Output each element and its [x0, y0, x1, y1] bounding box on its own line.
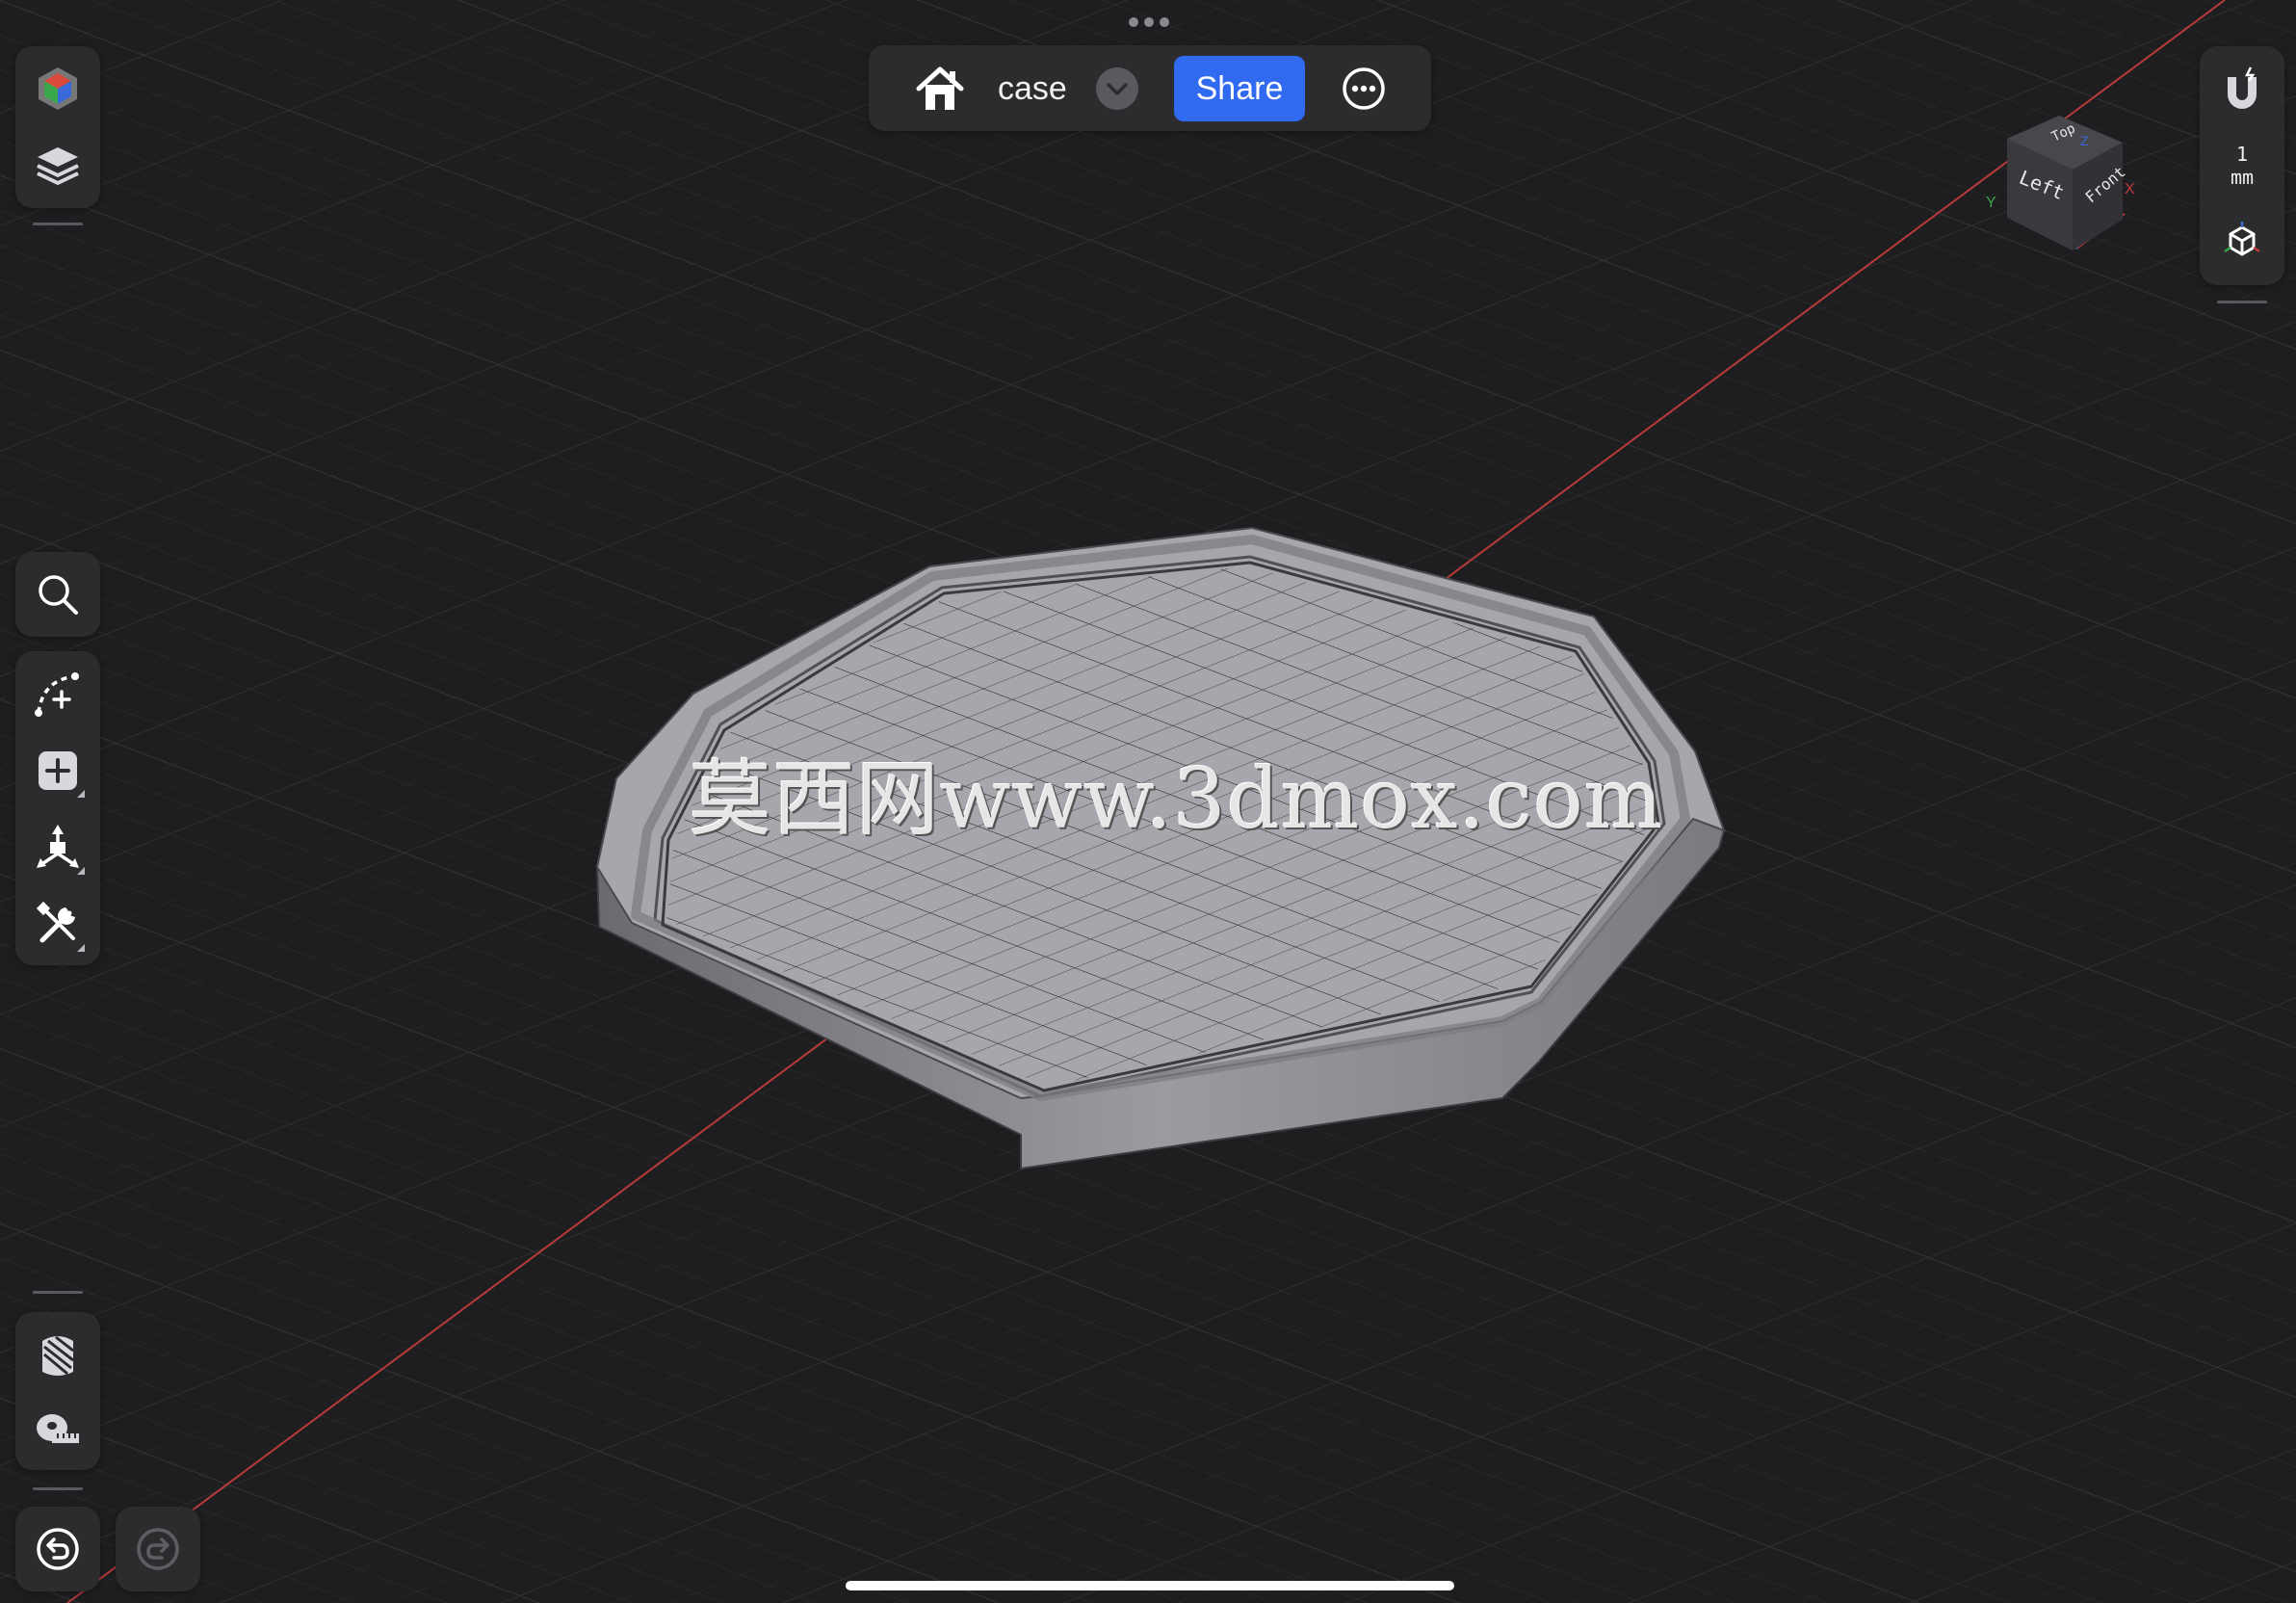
snap-magnet-icon — [2228, 66, 2257, 109]
axis-x-label: X — [2125, 181, 2135, 197]
grid-unit-readout[interactable]: 1 mm — [2211, 143, 2273, 189]
right-panel-divider — [2217, 301, 2267, 303]
more-button[interactable] — [1339, 64, 1389, 114]
search-button[interactable] — [23, 560, 92, 629]
view-cube[interactable]: Top Left Front X Y Z — [1980, 106, 2138, 252]
view-orientation-button[interactable] — [2207, 206, 2277, 276]
measure-tape-icon — [37, 1414, 79, 1443]
undo-icon — [37, 1528, 79, 1570]
add-primitive-button[interactable] — [23, 736, 92, 805]
transform-icon — [37, 825, 79, 868]
section-view-icon — [42, 1335, 74, 1376]
submenu-indicator — [77, 867, 85, 875]
home-icon — [916, 66, 964, 110]
submenu-indicator — [77, 790, 85, 798]
snap-button[interactable] — [2207, 54, 2277, 123]
layers-button[interactable] — [23, 131, 92, 200]
axis-y-label: Y — [1986, 195, 1996, 211]
view-orientation-icon — [2224, 222, 2260, 256]
tools-button[interactable] — [23, 890, 92, 959]
more-icon — [1343, 67, 1385, 110]
measure-button[interactable] — [23, 1393, 92, 1462]
home-indicator[interactable] — [846, 1581, 1454, 1590]
appearance-cube-icon — [39, 67, 77, 110]
sketch-button[interactable] — [23, 659, 92, 728]
appearance-button[interactable] — [23, 54, 92, 123]
submenu-indicator — [77, 944, 85, 952]
tools-icon — [36, 901, 75, 943]
chevron-down-icon — [1107, 83, 1128, 95]
share-button[interactable]: Share — [1174, 56, 1305, 121]
redo-icon — [137, 1528, 179, 1570]
grid-unit-label: mm — [2230, 166, 2255, 189]
watermark-text: 莫西网www.3dmox.com — [689, 751, 1664, 848]
left-bottom-divider-top — [33, 1291, 83, 1294]
axis-z-label: Z — [2080, 133, 2089, 148]
redo-button[interactable] — [123, 1514, 193, 1584]
document-menu-button[interactable] — [1096, 67, 1138, 110]
sketch-curve-icon — [35, 672, 79, 717]
search-icon — [39, 575, 78, 615]
left-bottom-divider — [33, 1487, 83, 1490]
left-top-divider — [33, 223, 83, 225]
section-view-button[interactable] — [23, 1320, 92, 1389]
grid-unit-value: 1 — [2235, 143, 2249, 166]
undo-button[interactable] — [23, 1514, 92, 1584]
transform-button[interactable] — [23, 813, 92, 882]
window-grabber-icon[interactable] — [1127, 15, 1171, 29]
add-primitive-icon — [39, 751, 77, 790]
home-button[interactable] — [905, 54, 975, 123]
document-title[interactable]: case — [998, 62, 1067, 116]
layers-icon — [37, 147, 79, 185]
